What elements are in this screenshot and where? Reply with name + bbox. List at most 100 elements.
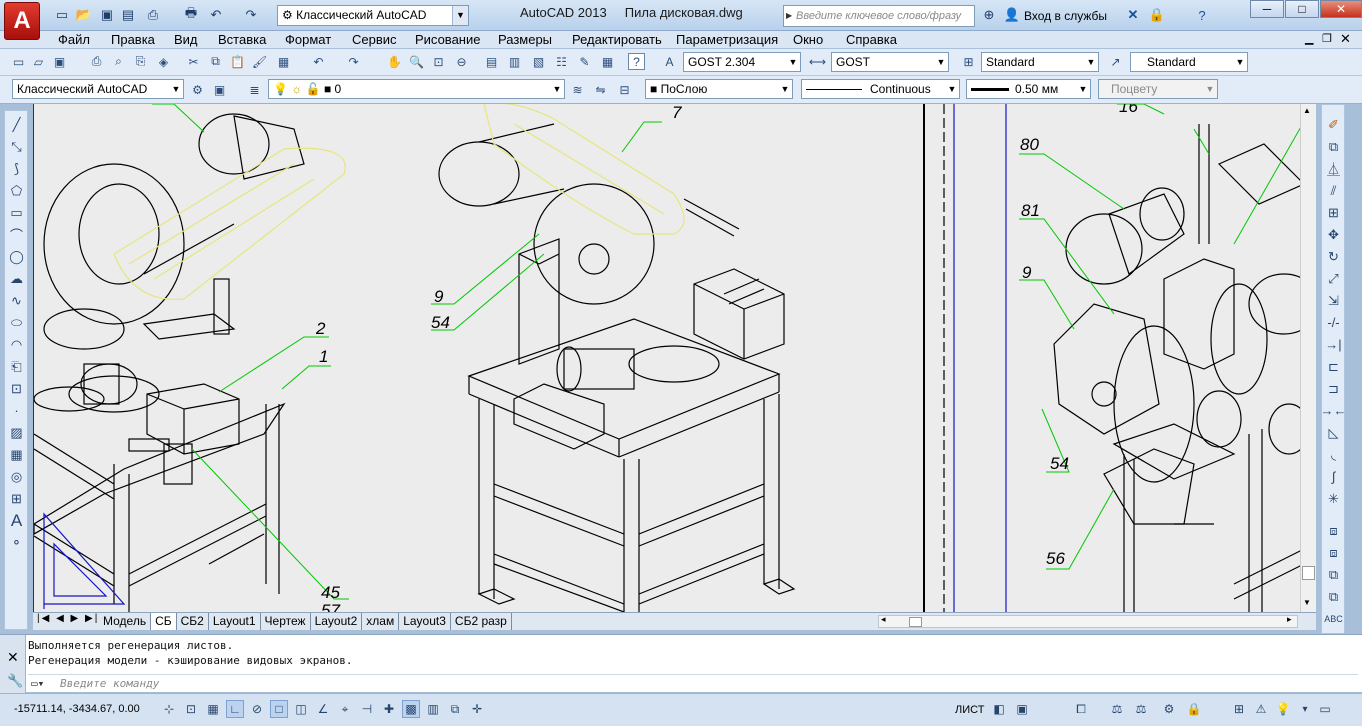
match-properties-icon[interactable]: 🖌	[251, 53, 268, 70]
copy-icon[interactable]: ⧉	[207, 53, 224, 70]
user-icon[interactable]: 👤	[1003, 6, 1021, 24]
chamfer-icon[interactable]: ◺	[1324, 423, 1343, 442]
help-icon[interactable]: ?	[628, 53, 645, 70]
osnap-icon[interactable]: □	[270, 700, 288, 718]
clean-screen-icon[interactable]: ▭	[1316, 700, 1334, 718]
scroll-thumb[interactable]	[909, 617, 922, 627]
dim-style-select[interactable]: GOST ▼	[831, 52, 949, 72]
block-editor-icon[interactable]: ▦	[275, 53, 292, 70]
properties-icon[interactable]: ▤	[483, 53, 500, 70]
break-icon[interactable]: ⊐	[1324, 379, 1343, 398]
layout-icon[interactable]: ▣	[1013, 700, 1031, 718]
calculator-icon[interactable]: ▦	[599, 53, 616, 70]
erase-icon[interactable]: ✐	[1324, 115, 1343, 134]
table-style-icon[interactable]: ⊞	[960, 53, 977, 70]
open-icon[interactable]: ▱	[30, 53, 47, 70]
design-center-icon[interactable]: ▥	[506, 53, 523, 70]
paste-icon[interactable]: 📋	[229, 53, 246, 70]
horizontal-scrollbar[interactable]: ◂ ▸	[878, 614, 1298, 628]
layer-manager-icon[interactable]: ≣	[246, 81, 263, 98]
workspace-switch-icon[interactable]: ⚙	[1160, 700, 1178, 718]
chevron-down-icon[interactable]: ▾	[1296, 700, 1314, 718]
workspace-combo[interactable]: Классический AutoCAD ▼	[12, 79, 184, 99]
preview-icon[interactable]: ⌕	[110, 53, 127, 70]
help-icon[interactable]: ?	[1193, 6, 1211, 24]
layer-previous-icon[interactable]: ⇋	[592, 81, 609, 98]
draw-order-front-icon[interactable]: ⧈	[1324, 521, 1343, 540]
add-selected-icon[interactable]: ⚬	[7, 533, 26, 552]
undo-icon[interactable]: ↶	[310, 53, 327, 70]
ellipse-arc-icon[interactable]: ◠	[7, 335, 26, 354]
polar-icon[interactable]: ⊘	[248, 700, 266, 718]
point-icon[interactable]: ·	[7, 401, 26, 420]
tab-2[interactable]: СБ2	[177, 613, 209, 630]
dyn-icon[interactable]: ⊣	[358, 700, 376, 718]
scroll-up-icon[interactable]: ▲	[1303, 106, 1311, 115]
hatch-icon[interactable]: ▨	[7, 423, 26, 442]
menu-item-draw[interactable]: Рисование	[415, 32, 480, 47]
menu-item-file[interactable]: Файл	[58, 32, 90, 47]
save-as-icon[interactable]: ▤	[119, 6, 137, 24]
draw-order-above-icon[interactable]: ⧉	[1324, 565, 1343, 584]
text-style-icon[interactable]: A	[661, 53, 678, 70]
close-icon[interactable]: ✕	[7, 649, 19, 666]
extend-icon[interactable]: →|	[1324, 335, 1343, 354]
menu-item-tools[interactable]: Сервис	[352, 32, 397, 47]
scroll-right-icon[interactable]: ▸	[1287, 614, 1292, 625]
join-icon[interactable]: →←	[1321, 401, 1347, 420]
text-to-front-icon[interactable]: ABC	[1324, 609, 1343, 628]
vertical-scrollbar[interactable]: ▲ ▼	[1300, 104, 1316, 612]
circle-icon[interactable]: ◯	[7, 247, 26, 266]
doc-restore-button[interactable]: ❐	[1322, 32, 1332, 45]
new-icon[interactable]: ▭	[10, 53, 27, 70]
revision-cloud-icon[interactable]: ☁	[7, 269, 26, 288]
binoculars-icon[interactable]: ⊕	[980, 6, 998, 24]
open-icon[interactable]: 📂	[75, 6, 93, 24]
tab-6[interactable]: хлам	[362, 613, 400, 630]
maximize-viewport-icon[interactable]: ⧠	[1072, 700, 1090, 718]
redo-icon[interactable]: ↷	[345, 53, 362, 70]
publish-icon[interactable]: ⎙	[144, 6, 162, 24]
scale-icon[interactable]: ⤢	[1324, 269, 1343, 288]
menu-item-view[interactable]: Вид	[174, 32, 198, 47]
infer-constraints-icon[interactable]: ⊹	[160, 700, 178, 718]
space-toggle-label[interactable]: ЛИСТ	[955, 704, 984, 716]
tab-5[interactable]: Layout2	[311, 613, 363, 630]
grid-icon[interactable]: ▦	[204, 700, 222, 718]
draw-order-below-icon[interactable]: ⧉	[1324, 587, 1343, 606]
annotation-monitor-icon[interactable]: ✛	[468, 700, 486, 718]
doc-close-button[interactable]: ✕	[1340, 31, 1351, 47]
save-icon[interactable]: ▣	[51, 53, 68, 70]
table-icon[interactable]: ⊞	[7, 489, 26, 508]
pan-icon[interactable]: ✋	[386, 53, 403, 70]
snap-icon[interactable]: ⊡	[182, 700, 200, 718]
break-at-point-icon[interactable]: ⊏	[1324, 357, 1343, 376]
annotation-scale-icon[interactable]: ⚖	[1108, 700, 1126, 718]
zoom-previous-icon[interactable]: ⊖	[453, 53, 470, 70]
model-icon[interactable]: ◧	[990, 700, 1008, 718]
menu-item-format[interactable]: Формат	[285, 32, 331, 47]
layer-select[interactable]: 💡 ☼ 🔓 ■ 0 ▼	[268, 79, 565, 99]
polyline-icon[interactable]: ⟆	[7, 159, 26, 178]
menu-item-parametric[interactable]: Параметризация	[676, 32, 778, 47]
markup-icon[interactable]: ✎	[576, 53, 593, 70]
lock-icon[interactable]: 🔒	[1185, 700, 1203, 718]
minimize-button[interactable]: ─	[1250, 0, 1284, 18]
menu-item-window[interactable]: Окно	[793, 32, 823, 47]
offset-icon[interactable]: ⫽	[1324, 181, 1343, 200]
gradient-icon[interactable]: ▦	[7, 445, 26, 464]
selection-cycling-icon[interactable]: ⧉	[446, 700, 464, 718]
lineweight-select[interactable]: 0.50 мм ▼	[966, 79, 1091, 99]
maximize-button[interactable]: □	[1285, 0, 1319, 18]
array-icon[interactable]: ⊞	[1324, 203, 1343, 222]
tab-7[interactable]: Layout3	[399, 613, 451, 630]
menu-item-insert[interactable]: Вставка	[218, 32, 266, 47]
plot-icon[interactable]: 🖶	[182, 5, 200, 24]
publish-icon[interactable]: ⎘	[132, 53, 149, 70]
make-current-icon[interactable]: ≋	[569, 81, 586, 98]
cut-icon[interactable]: ✂	[185, 53, 202, 70]
mleader-style-icon[interactable]: ↗	[1107, 53, 1124, 70]
ortho-icon[interactable]: ∟	[226, 700, 244, 718]
color-select[interactable]: ■ ПоСлою ▼	[645, 79, 793, 99]
region-icon[interactable]: ◎	[7, 467, 26, 486]
